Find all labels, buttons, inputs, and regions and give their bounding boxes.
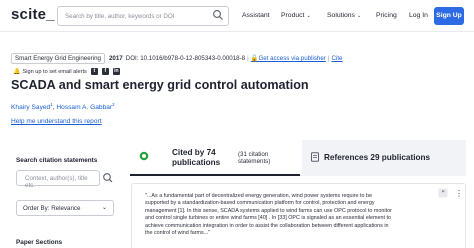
nav-assistant[interactable]: Assistant xyxy=(242,12,270,19)
author-affiliation: 2 xyxy=(112,102,115,107)
login-link[interactable]: Log In xyxy=(409,12,428,19)
references-label: References 29 publications xyxy=(324,153,431,162)
separator: | xyxy=(247,54,249,62)
signup-button[interactable]: Sign Up xyxy=(434,7,464,25)
alert-row: 🔔 Sign up to set email alerts t f in xyxy=(13,67,120,76)
tab-cited-by[interactable]: Cited by 74 publications (31 citation st… xyxy=(130,140,300,176)
bell-icon[interactable]: 🔔 xyxy=(13,68,20,75)
linkedin-icon[interactable]: in xyxy=(112,68,120,75)
statement-count-line1: (31 citation xyxy=(238,151,269,158)
citation-statement-count: (31 citation statements) xyxy=(238,151,270,165)
chevron-down-icon: ⌄ xyxy=(101,205,107,211)
chat-bubble-icon xyxy=(139,151,149,161)
paper-meta: Smart Energy Grid Engineering 2017 DOI: … xyxy=(11,52,343,64)
snippet-line: and control single turbines or entire wi… xyxy=(145,215,392,222)
citation-snippet: "...As a fundamental part of decentraliz… xyxy=(145,193,461,237)
order-by-value: Order By: Relevance xyxy=(23,205,81,212)
tab-references[interactable]: References 29 publications xyxy=(302,140,466,176)
nav-solutions-label: Solutions xyxy=(327,12,355,19)
cited-by-label: Cited by 74 publications xyxy=(172,148,220,168)
cited-by-count: Cited by 74 xyxy=(172,148,216,157)
open-access-link[interactable]: 🔓Get access via publisher xyxy=(251,54,326,62)
paper-doi[interactable]: DOI: 10.1016/b978-0-12-805343-0.00018-8 xyxy=(126,55,245,62)
top-nav-bar: scite_ Search by title, author, keywords… xyxy=(0,0,474,32)
order-by-select[interactable]: Order By: Relevance ⌄ xyxy=(16,200,114,216)
paper-year: 2017 xyxy=(108,54,123,62)
snippet-line: achieve communication integration in ord… xyxy=(145,222,389,229)
author-list: Khairy Sayed1, Hossam A. Gabbar2 xyxy=(11,102,115,111)
nav-product[interactable]: Product ⌄ xyxy=(281,12,311,19)
snippet-line: management [1]. In this sense, SCADA sys… xyxy=(145,207,392,214)
citation-tabs: Cited by 74 publications (31 citation st… xyxy=(130,140,466,176)
search-input[interactable]: Search by title, author, keywords or DOI xyxy=(57,6,229,26)
citation-context-input[interactable]: Context, author(s), title etc. xyxy=(16,170,100,189)
page-title: SCADA and smart energy grid control auto… xyxy=(11,78,309,92)
facebook-icon[interactable]: f xyxy=(101,68,109,75)
open-access-label: Get access via publisher xyxy=(258,55,326,62)
journal-badge[interactable]: Smart Energy Grid Engineering xyxy=(11,52,105,64)
snippet-line: "...As a fundamental part of decentraliz… xyxy=(145,193,372,199)
nav-solutions[interactable]: Solutions ⌄ xyxy=(327,12,361,19)
snippet-line: the control of wind farms..." xyxy=(145,230,211,237)
chevron-down-icon: ⌄ xyxy=(356,13,362,19)
snippet-line: supported by a standardization-based com… xyxy=(145,200,375,207)
statement-count-line2: statements) xyxy=(238,158,271,165)
cited-by-unit: publications xyxy=(172,158,221,167)
twitter-icon[interactable]: t xyxy=(90,68,98,75)
cite-link[interactable]: Cite xyxy=(331,55,342,62)
nav-product-label: Product xyxy=(281,12,305,19)
document-icon xyxy=(311,152,319,162)
help-understand-link[interactable]: Help me understand this report xyxy=(11,118,102,125)
search-icon[interactable] xyxy=(212,9,224,21)
chevron-down-icon: ⌄ xyxy=(306,13,311,19)
author-link[interactable]: Hossam A. Gabbar xyxy=(56,104,112,111)
scite-logo[interactable]: scite_ xyxy=(11,6,55,23)
nav-pricing[interactable]: Pricing xyxy=(376,12,397,19)
paper-sections-heading: Paper Sections xyxy=(16,239,63,246)
author-link[interactable]: Khairy Sayed xyxy=(11,104,50,111)
search-citations-heading: Search citation statements xyxy=(16,157,98,164)
search-icon[interactable] xyxy=(101,170,115,186)
email-alerts-link[interactable]: Sign up to set email alerts xyxy=(22,69,86,75)
separator: | xyxy=(327,54,330,62)
